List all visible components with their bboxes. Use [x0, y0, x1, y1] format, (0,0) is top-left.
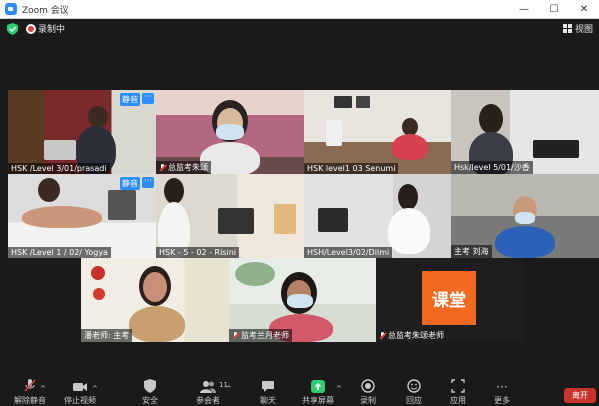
recording-label: 录制中 [38, 25, 66, 35]
participant-name: HSK - 5 - 02 - Risini [156, 247, 239, 258]
record-button[interactable]: 录制 [346, 378, 390, 406]
participants-options-caret[interactable]: ^ [226, 385, 232, 393]
muted-badge: 静音 [120, 177, 140, 190]
share-options-caret[interactable]: ^ [336, 385, 342, 393]
maximize-button[interactable]: ☐ [539, 0, 569, 19]
meeting-top-bar: 录制中 视图 [0, 19, 599, 39]
share-screen-button[interactable]: 共享屏幕 [296, 378, 340, 406]
video-tile[interactable]: 主考 刘海 [451, 174, 599, 258]
apps-icon [451, 378, 465, 393]
video-tile[interactable]: HSK - 5 - 02 - Risini [156, 174, 304, 258]
zoom-logo-icon [5, 3, 17, 15]
video-tile-active-speaker[interactable]: HSH/Level3/02/Dilmi [304, 174, 452, 258]
chat-bubble-icon [261, 378, 275, 393]
more-options-icon[interactable]: ··· [142, 177, 154, 188]
smiley-icon [407, 378, 421, 393]
minimize-button[interactable]: — [509, 0, 539, 19]
mic-off-icon [23, 378, 37, 393]
mic-off-icon [232, 331, 239, 340]
participant-name: Hsk/level 5/01/沙香 [451, 161, 533, 174]
share-screen-icon [311, 378, 325, 393]
grid-icon [562, 24, 572, 33]
video-tile-avatar[interactable]: 课堂 总监考朱颂老师 [376, 258, 524, 342]
mic-off-icon [159, 163, 166, 172]
mic-off-icon [379, 331, 386, 340]
view-button[interactable]: 视图 [562, 22, 593, 35]
record-icon [361, 378, 375, 393]
leave-meeting-button[interactable]: 离开 [564, 388, 596, 403]
title-bar: Zoom 会议 — ☐ ✕ [0, 0, 599, 19]
participants-icon [200, 378, 216, 393]
chat-button[interactable]: 聊天 [246, 378, 290, 406]
reactions-button[interactable]: 回应 [392, 378, 436, 406]
video-options-caret[interactable]: ^ [92, 385, 98, 393]
video-tile[interactable]: 总监考朱颂 [156, 90, 304, 174]
participant-name: HSH/Level3/02/Dilmi [304, 247, 393, 258]
view-label: 视图 [574, 25, 593, 35]
apps-button[interactable]: 应用 [436, 378, 480, 406]
shield-icon [144, 378, 156, 393]
participant-name: HSK level1 03 Senumi [304, 163, 399, 174]
window-title: Zoom 会议 [22, 5, 69, 16]
video-tile[interactable]: 静音 ··· HSK /Level 3/01/prasadi [8, 90, 156, 174]
muted-badge: 静音 [120, 93, 140, 106]
video-tile[interactable]: 静音 ··· HSK /Level 1 / 02/ Yogya [8, 174, 156, 258]
video-tile[interactable]: 潘老师: 主考 [81, 258, 229, 342]
participant-name: 潘老师: 主考 [81, 329, 133, 342]
participant-name: HSK /Level 3/01/prasadi [8, 163, 110, 174]
participant-name: 总监考朱颂老师 [376, 329, 447, 342]
video-tile[interactable]: 监考兰月老师 [229, 258, 377, 342]
ketang-logo-icon: 课堂 [422, 271, 476, 325]
close-button[interactable]: ✕ [569, 0, 599, 19]
more-dots-icon: ··· [496, 380, 508, 394]
video-tile[interactable]: Hsk/level 5/01/沙香 [451, 90, 599, 174]
participant-name: 总监考朱颂 [156, 161, 211, 174]
recording-icon [26, 24, 36, 34]
shield-icon[interactable] [7, 23, 18, 35]
video-tile[interactable]: HSK level1 03 Senumi [304, 90, 452, 174]
participant-name: 主考 刘海 [451, 245, 492, 258]
video-camera-icon [72, 378, 88, 393]
participant-name: 监考兰月老师 [229, 329, 292, 342]
security-button[interactable]: 安全 [128, 378, 172, 406]
meeting-toolbar: 解除静音 ^ 停止视频 ^ 安全 参会者 11 ^ 聊天 共享屏幕 ^ 录制 回… [0, 378, 599, 406]
audio-options-caret[interactable]: ^ [40, 385, 46, 393]
more-button[interactable]: ··· 更多 [480, 378, 524, 406]
more-options-icon[interactable]: ··· [142, 93, 154, 104]
participant-name: HSK /Level 1 / 02/ Yogya [8, 247, 111, 258]
